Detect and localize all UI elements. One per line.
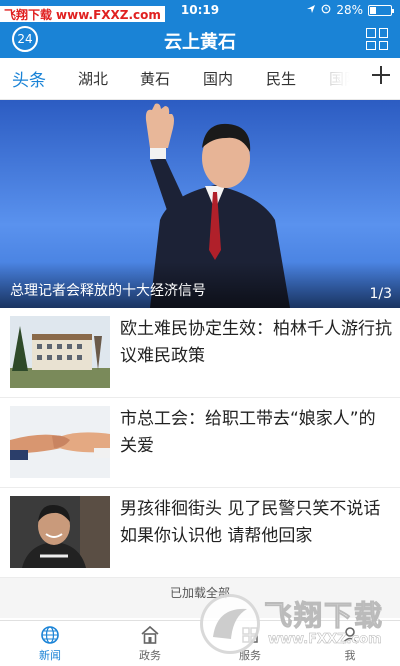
watermark-logo-icon bbox=[200, 594, 260, 654]
tab-guonei[interactable]: 国内 bbox=[203, 68, 233, 89]
title-bar: 24 云上黄石 bbox=[0, 22, 400, 58]
news-item[interactable]: 欧土难民协定生效：柏林千人游行抗议难民政策 bbox=[0, 308, 400, 398]
watermark-bottom: 飞翔下载 www.FXXZ.com bbox=[198, 592, 388, 660]
tab-fade-overlay bbox=[300, 58, 362, 98]
tab-hubei[interactable]: 湖北 bbox=[78, 68, 108, 89]
news-headline: 男孩徘徊街头 见了民警只笑不说话 如果你认识他 请帮他回家 bbox=[120, 499, 381, 546]
news-headline: 欧土难民协定生效：柏林千人游行抗议难民政策 bbox=[120, 319, 392, 366]
nav-government-label: 政务 bbox=[139, 649, 161, 662]
alarm-icon bbox=[321, 3, 331, 17]
battery-percent: 28% bbox=[336, 3, 363, 17]
battery-icon bbox=[368, 4, 394, 16]
hero-banner[interactable]: 总理记者会释放的十大经济信号 1/3 bbox=[0, 100, 400, 308]
news-thumbnail-boy bbox=[10, 496, 110, 568]
channel-tabs: 头条 湖北 黄石 国内 民生 国际 bbox=[0, 58, 400, 100]
nav-news[interactable]: 新闻 bbox=[20, 625, 80, 663]
watermark-brand: 飞翔下载 bbox=[263, 599, 385, 633]
watermark-url: www.FXXZ.com bbox=[56, 7, 161, 22]
hero-caption: 总理记者会释放的十大经济信号 bbox=[10, 283, 206, 299]
news-thumbnail-buildings bbox=[10, 316, 110, 388]
watermark-top: 飞翔下载 www.FXXZ.com bbox=[0, 6, 165, 23]
nav-government[interactable]: 政务 bbox=[120, 625, 180, 663]
news-item[interactable]: 市总工会：给职工带去“娘家人”的关爱 bbox=[0, 398, 400, 488]
news-item[interactable]: 男孩徘徊街头 见了民警只笑不说话 如果你认识他 请帮他回家 bbox=[0, 488, 400, 578]
globe-icon bbox=[20, 625, 80, 645]
plus-icon[interactable] bbox=[370, 64, 392, 92]
hero-pager: 1/3 bbox=[369, 286, 392, 302]
watermark-bottom-url: www.FXXZ.com bbox=[268, 632, 382, 648]
tab-toutiao[interactable]: 头条 bbox=[12, 66, 46, 91]
news-thumbnail-handshake bbox=[10, 406, 110, 478]
location-icon bbox=[306, 3, 316, 17]
tab-huangshi[interactable]: 黄石 bbox=[140, 68, 170, 89]
grid-icon[interactable] bbox=[366, 28, 388, 50]
status-icons: 28% bbox=[306, 3, 394, 17]
news-headline: 市总工会：给职工带去“娘家人”的关爱 bbox=[120, 409, 376, 456]
tab-minsheng[interactable]: 民生 bbox=[266, 68, 296, 89]
app-title: 云上黄石 bbox=[164, 32, 236, 53]
watermark-site: 飞翔下载 bbox=[4, 8, 53, 22]
government-icon bbox=[120, 625, 180, 645]
nav-news-label: 新闻 bbox=[39, 649, 61, 662]
